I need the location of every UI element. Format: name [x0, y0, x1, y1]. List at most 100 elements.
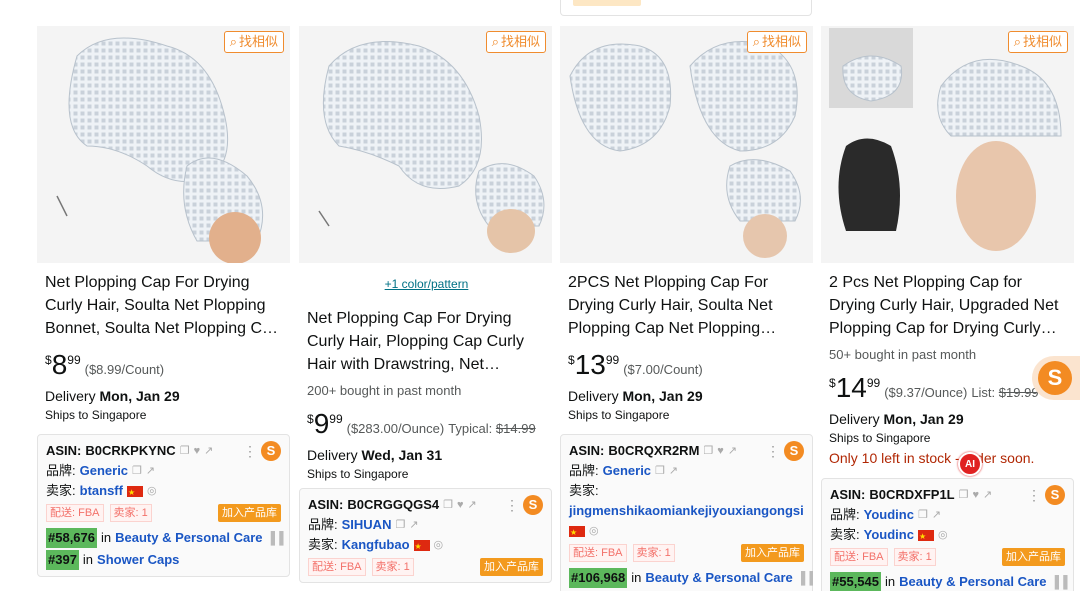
seller-link[interactable]: btansff [80, 481, 123, 501]
share-icon[interactable]: ↗ [728, 441, 737, 461]
add-to-library-button[interactable]: 加入产品库 [741, 544, 804, 562]
magnifier-icon: ⌕ [229, 34, 237, 49]
bar-chart-icon[interactable]: ▐▐ [1051, 572, 1068, 591]
find-similar-button[interactable]: ⌕ 找相似 [1007, 31, 1068, 53]
rank-category-link[interactable]: Shower Caps [97, 550, 179, 570]
brand-link[interactable]: Generic [603, 461, 651, 481]
add-to-library-button[interactable]: 加入产品库 [1002, 548, 1065, 566]
product-image[interactable]: ⌕ 找相似 [560, 26, 813, 263]
delivery-info: Delivery Wed, Jan 31 [307, 447, 443, 463]
share-icon[interactable]: ↗ [204, 441, 213, 461]
share-icon[interactable]: ↗ [468, 495, 477, 515]
product-card[interactable]: ⌕ 找相似 2 Pcs Net Plopping Cap for Drying C… [821, 26, 1074, 591]
seller-link[interactable]: Youdinc [864, 525, 914, 545]
copy-icon[interactable]: ❐ [180, 441, 190, 461]
copy-icon[interactable]: ❐ [132, 461, 142, 481]
heart-icon[interactable]: ♥ [194, 441, 201, 461]
rank-badge: #397 [46, 550, 79, 570]
brand-link[interactable]: Youdinc [864, 505, 914, 525]
heart-icon[interactable]: ♥ [457, 495, 464, 515]
location-icon[interactable]: ◎ [434, 535, 444, 555]
share-icon[interactable]: ↗ [409, 515, 418, 535]
seller-count-tag: 卖家: 1 [371, 558, 414, 576]
sellersprite-logo-icon[interactable]: S [261, 441, 281, 461]
product-title[interactable]: Net Plopping Cap For Drying Curly Hair, … [45, 271, 284, 340]
product-title[interactable]: 2PCS Net Plopping Cap For Drying Curly H… [568, 271, 807, 340]
add-to-library-button[interactable]: 加入产品库 [218, 504, 281, 522]
sellersprite-side-button[interactable]: S [1032, 356, 1080, 400]
asin-value[interactable]: B0CRGGQGS4 [347, 495, 439, 515]
add-to-library-button[interactable]: 加入产品库 [480, 558, 543, 576]
product-card[interactable]: ⌕ 找相似 +1 color/pattern Net Plopping Cap F… [299, 26, 552, 591]
variant-link[interactable]: +1 color/pattern [307, 277, 546, 291]
list-price: Typical: $14.99 [448, 421, 536, 436]
more-dots-icon[interactable]: ⋮ [1027, 485, 1041, 505]
seller-count-tag: 卖家: 1 [632, 544, 675, 562]
delivery-info: Delivery Mon, Jan 29 [568, 388, 703, 404]
copy-icon[interactable]: ❐ [703, 441, 713, 461]
product-image[interactable]: ⌕ 找相似 [37, 26, 290, 263]
rank-badge: #106,968 [569, 568, 628, 588]
asin-value[interactable]: B0CRKPKYNC [85, 441, 175, 461]
copy-icon[interactable]: ❐ [959, 485, 969, 505]
sellersprite-logo-icon[interactable]: S [1045, 485, 1065, 505]
more-dots-icon[interactable]: ⋮ [243, 441, 257, 461]
magnifier-icon: ⌕ [752, 34, 760, 49]
brand-link[interactable]: SIHUAN [342, 515, 392, 535]
unit-price: ($9.37/Ounce) [884, 385, 968, 400]
china-flag-icon [569, 523, 585, 543]
product-card[interactable]: ⌕ 找相似 Net Plopping Cap For Drying Curly H… [37, 26, 290, 591]
product-image[interactable]: ⌕ 找相似 [821, 26, 1074, 263]
share-icon[interactable]: ↗ [983, 485, 992, 505]
magnifier-icon: ⌕ [491, 34, 499, 49]
product-title[interactable]: Net Plopping Cap For Drying Curly Hair, … [307, 307, 546, 376]
asin-value[interactable]: B0CRDXFP1L [869, 485, 954, 505]
product-title[interactable]: 2 Pcs Net Plopping Cap for Drying Curly … [829, 271, 1068, 340]
previous-row-tag [573, 0, 641, 6]
seller-link[interactable]: jingmenshikaomiankejiyouxiangongsi [569, 501, 804, 521]
fba-tag: 配送: FBA [308, 558, 366, 576]
rank-badge: #58,676 [46, 528, 97, 548]
find-similar-button[interactable]: ⌕ 找相似 [746, 31, 807, 53]
copy-icon[interactable]: ❐ [443, 495, 453, 515]
delivery-info: Delivery Mon, Jan 29 [829, 411, 964, 427]
heart-icon[interactable]: ♥ [973, 485, 980, 505]
find-similar-button[interactable]: ⌕ 找相似 [223, 31, 284, 53]
seller-link[interactable]: Kangfubao [342, 535, 410, 555]
sellersprite-logo-icon[interactable]: S [523, 495, 543, 515]
location-icon[interactable]: ◎ [147, 481, 157, 501]
rank-category-link[interactable]: Beauty & Personal Care [899, 572, 1046, 591]
sellersprite-logo-icon[interactable]: S [784, 441, 804, 461]
more-dots-icon[interactable]: ⋮ [505, 495, 519, 515]
seller-count-tag: 卖家: 1 [893, 548, 936, 566]
share-icon[interactable]: ↗ [669, 461, 678, 481]
share-icon[interactable]: ↗ [932, 505, 941, 525]
location-icon[interactable]: ◎ [589, 521, 599, 541]
copy-icon[interactable]: ❐ [918, 505, 928, 525]
brand-link[interactable]: Generic [80, 461, 128, 481]
delivery-info: Delivery Mon, Jan 29 [45, 388, 180, 404]
bought-count: 200+ bought in past month [307, 383, 462, 398]
china-flag-icon [413, 537, 430, 557]
copy-icon[interactable]: ❐ [395, 515, 405, 535]
plugin-panel: ASIN: B0CRQXR2RM ❐ ♥ ↗ ⋮ S 品牌: Generic ❐ ↗ … [560, 434, 813, 591]
rank-category-link[interactable]: Beauty & Personal Care [115, 528, 262, 548]
asin-value[interactable]: B0CRQXR2RM [608, 441, 699, 461]
copy-icon[interactable]: ❐ [655, 461, 665, 481]
more-dots-icon[interactable]: ⋮ [766, 441, 780, 461]
product-image[interactable]: ⌕ 找相似 [299, 26, 552, 263]
bar-chart-icon[interactable]: ▐▐ [797, 568, 813, 588]
share-icon[interactable]: ↗ [146, 461, 155, 481]
bar-chart-icon[interactable]: ▐▐ [267, 528, 284, 548]
product-card[interactable]: ⌕ 找相似 2PCS Net Plopping Cap For Drying Cu… [560, 26, 813, 591]
ai-assistant-icon[interactable]: AI [958, 452, 982, 476]
location-icon[interactable]: ◎ [938, 525, 948, 545]
seller-count-tag: 卖家: 1 [109, 504, 152, 522]
bought-count: 50+ bought in past month [829, 347, 977, 362]
plugin-panel: ASIN: B0CRGGQGS4 ❐ ♥ ↗ ⋮ S 品牌: SIHUAN ❐ ↗ 卖… [299, 488, 552, 583]
find-similar-button[interactable]: ⌕ 找相似 [485, 31, 546, 53]
unit-price: ($8.99/Count) [84, 362, 165, 377]
rank-category-link[interactable]: Beauty & Personal Care [645, 568, 792, 588]
heart-icon[interactable]: ♥ [717, 441, 724, 461]
sellersprite-logo-icon: S [1038, 361, 1072, 395]
